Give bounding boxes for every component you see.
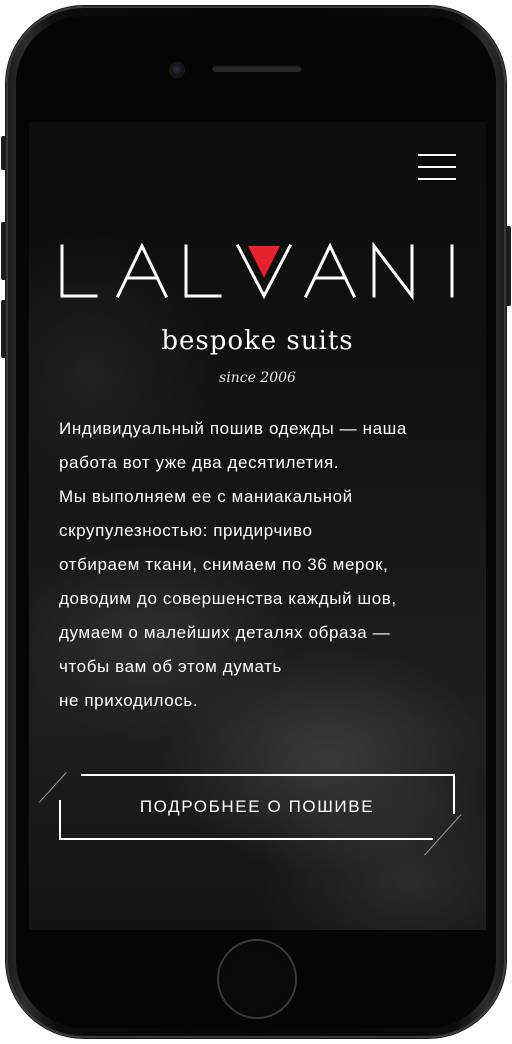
logo-letter-a2: [303, 242, 356, 299]
intro-line: Мы выполняем ее с маниакальной: [59, 487, 353, 506]
hamburger-menu-icon[interactable]: [418, 154, 456, 180]
intro-line: скрупулезностью: придирчиво: [59, 521, 313, 540]
intro-line: чтобы вам об этом думать: [59, 657, 283, 676]
volume-down-button: [1, 300, 6, 358]
home-button-icon[interactable]: [217, 939, 297, 1019]
intro-text: Индивидуальный пошив одежды — наша работ…: [59, 412, 469, 718]
power-button: [506, 226, 511, 306]
brand-logo[interactable]: [29, 242, 486, 302]
intro-line: Индивидуальный пошив одежды — наша: [59, 419, 407, 438]
front-camera-icon: [169, 62, 185, 78]
logo-letter-l2: [184, 244, 221, 298]
logo-letter-l1: [60, 244, 97, 298]
tagline: bespoke suits: [161, 326, 354, 356]
volume-up-button: [1, 222, 6, 280]
learn-more-tailoring-button[interactable]: ПОДРОБНЕЕ О ПОШИВЕ: [59, 774, 455, 840]
earpiece-speaker-icon: [212, 65, 302, 72]
logo-letter-a1: [115, 242, 168, 299]
lalvani-logo-icon: [60, 242, 453, 301]
intro-line: доводим до совершенства каждый шов,: [59, 589, 397, 608]
screen: bespoke suits since 2006 Индивидуальный …: [29, 122, 486, 930]
since-year: since 2006: [219, 370, 296, 386]
intro-line: отбираем ткани, снимаем по 36 мерок,: [59, 555, 389, 574]
cta-label: ПОДРОБНЕЕ О ПОШИВЕ: [139, 797, 375, 816]
intro-line: не приходилось.: [59, 691, 199, 710]
intro-line: думаем о малейших деталях образа —: [59, 623, 391, 642]
mute-switch: [1, 136, 6, 170]
intro-line: работа вот уже два десятилетия.: [59, 453, 340, 472]
logo-letter-n: [372, 242, 413, 301]
